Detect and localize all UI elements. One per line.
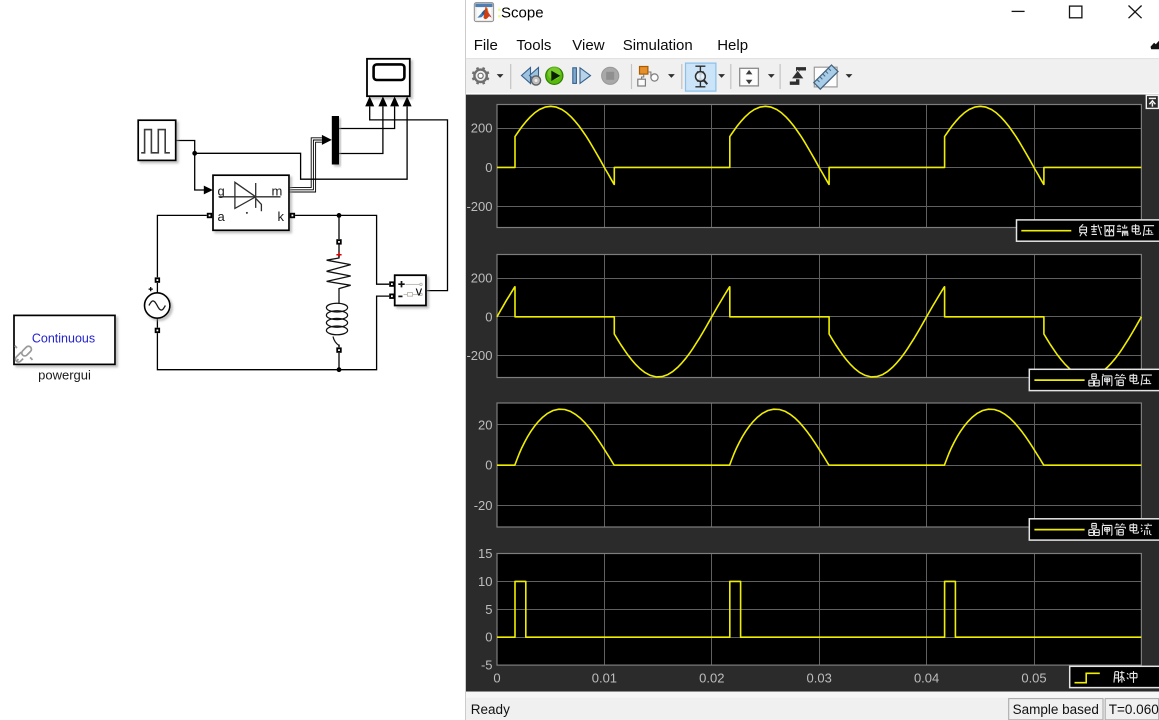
svg-text:File: File xyxy=(474,37,498,54)
svg-text:Continuous: Continuous xyxy=(32,332,95,346)
svg-text:Simulation: Simulation xyxy=(623,37,693,54)
svg-text:-200: -200 xyxy=(466,348,492,363)
svg-text:View: View xyxy=(572,37,604,54)
svg-text:-200: -200 xyxy=(466,199,492,214)
svg-text:Tools: Tools xyxy=(516,37,551,54)
svg-text:Scope: Scope xyxy=(501,5,544,22)
svg-text:Ready: Ready xyxy=(471,702,510,717)
svg-text:20: 20 xyxy=(478,417,492,432)
svg-text:0: 0 xyxy=(485,309,492,324)
svg-text:200: 200 xyxy=(471,271,493,286)
svg-text:0: 0 xyxy=(485,458,492,473)
svg-text:5: 5 xyxy=(485,602,492,617)
svg-text:v: v xyxy=(416,283,423,298)
svg-text:a: a xyxy=(218,209,226,224)
svg-text:powergui: powergui xyxy=(38,368,91,383)
svg-text:T=0.060: T=0.060 xyxy=(1109,702,1159,717)
svg-text:0: 0 xyxy=(485,630,492,645)
svg-text:-20: -20 xyxy=(474,498,493,513)
svg-text:-5: -5 xyxy=(481,658,493,673)
svg-text:0: 0 xyxy=(493,671,500,686)
svg-text:200: 200 xyxy=(471,121,493,136)
svg-text:0.01: 0.01 xyxy=(592,671,617,686)
svg-text:k: k xyxy=(278,209,285,224)
svg-text:0.05: 0.05 xyxy=(1021,671,1046,686)
svg-text:0.02: 0.02 xyxy=(699,671,724,686)
svg-text:0.03: 0.03 xyxy=(807,671,832,686)
svg-text:10: 10 xyxy=(478,574,492,589)
svg-text:0: 0 xyxy=(485,160,492,175)
svg-text:Sample based: Sample based xyxy=(1013,702,1099,717)
svg-text:15: 15 xyxy=(478,546,492,561)
svg-text:Help: Help xyxy=(717,37,748,54)
svg-text:0.04: 0.04 xyxy=(914,671,939,686)
